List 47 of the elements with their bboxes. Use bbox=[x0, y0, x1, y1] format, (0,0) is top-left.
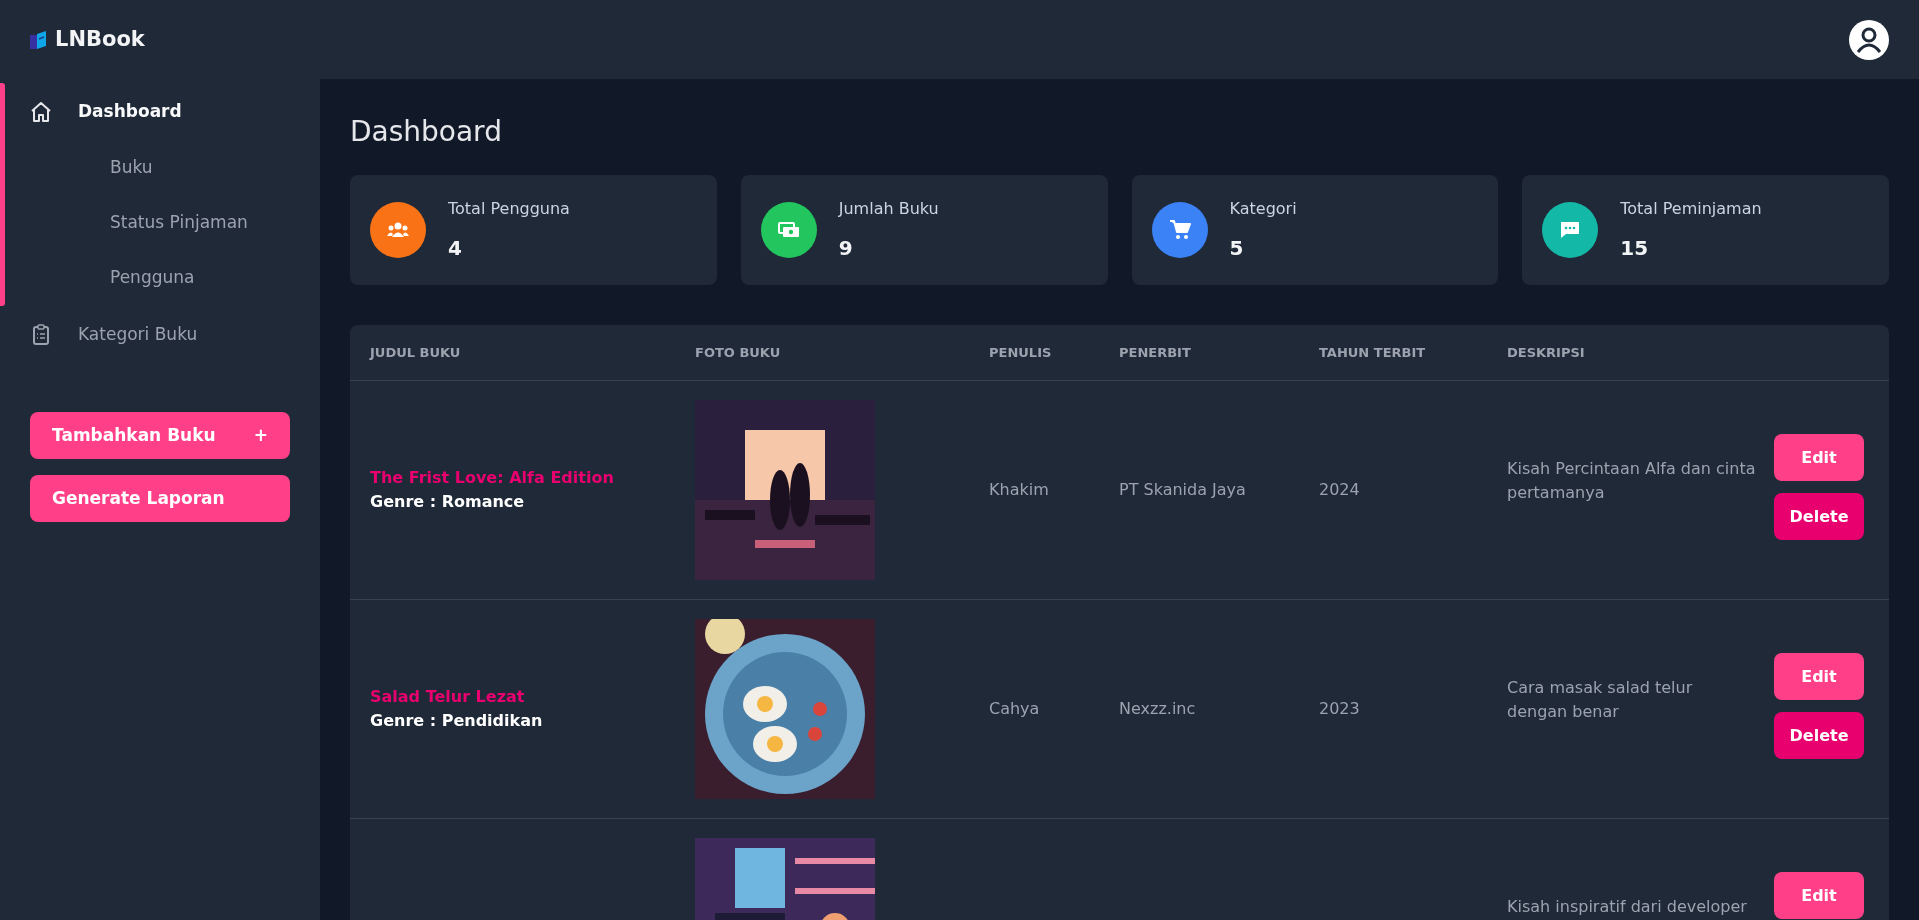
sidebar-button[interactable]: Generate Laporan bbox=[30, 475, 290, 522]
user-avatar-icon[interactable] bbox=[1849, 19, 1889, 60]
stat-value: 5 bbox=[1229, 234, 1245, 262]
stat-label: Total Pengguna bbox=[448, 197, 570, 220]
delete-button[interactable]: Delete bbox=[1774, 493, 1864, 541]
book-genre: Genre : Romance bbox=[370, 491, 526, 514]
delete-button[interactable]: Delete bbox=[1774, 712, 1864, 760]
edit-button[interactable]: Edit bbox=[1774, 434, 1864, 482]
page-title: Dashboard bbox=[350, 115, 503, 149]
sidebar-item[interactable]: Dashboard bbox=[0, 97, 320, 127]
stat-value: 15 bbox=[1620, 234, 1650, 262]
book-genre: Genre : Pendidikan bbox=[370, 710, 544, 733]
edit-button[interactable]: Edit bbox=[1774, 653, 1864, 701]
sidebar-subitem[interactable]: Status Pinjaman bbox=[0, 207, 320, 237]
table-cell-text: Cara masak salad telur dengan benar bbox=[1507, 677, 1694, 724]
book-title[interactable]: The Frist Love: Alfa Edition bbox=[370, 466, 675, 491]
table-cell-text: Kisah inspiratif dari developer bbox=[1507, 896, 1748, 919]
table-cell-text: Cahya bbox=[989, 698, 1041, 721]
stat-label: Kategori bbox=[1229, 197, 1297, 220]
stat-value: 9 bbox=[838, 234, 854, 262]
table-cell-text: 2023 bbox=[1319, 698, 1361, 721]
column-header: DESKRIPSI bbox=[1487, 324, 1774, 382]
column-header: JUDUL BUKU bbox=[350, 324, 675, 382]
home-icon bbox=[30, 101, 52, 123]
table-cell-text: 2024 bbox=[1319, 479, 1361, 502]
column-header: PENERBIT bbox=[1099, 324, 1299, 382]
table-cell-text: Khakim bbox=[989, 479, 1050, 502]
table-cell-text: PT Skanida Jaya bbox=[1119, 479, 1247, 502]
column-header: TAHUN TERBIT bbox=[1299, 324, 1487, 382]
column-header: FOTO BUKU bbox=[675, 324, 969, 382]
table-cell-text: Kisah Percintaan Alfa dan cinta pertamanya bbox=[1507, 458, 1757, 505]
cash-icon bbox=[777, 220, 800, 239]
sidebar-subitem[interactable]: Pengguna bbox=[0, 262, 320, 292]
stat-label: Total Peminjaman bbox=[1620, 197, 1762, 220]
stat-label: Jumlah Buku bbox=[838, 197, 939, 220]
sidebar-item[interactable]: Kategori Buku bbox=[0, 320, 320, 350]
table-cell-text: Nexzz.inc bbox=[1119, 698, 1197, 721]
book-title[interactable]: Salad Telur Lezat bbox=[370, 685, 675, 710]
edit-button[interactable]: Edit bbox=[1774, 872, 1864, 920]
stat-value: 4 bbox=[448, 234, 463, 262]
brand-name[interactable]: LNBook bbox=[55, 23, 145, 56]
sidebar-subitem[interactable]: Buku bbox=[0, 152, 320, 182]
book-logo-icon bbox=[30, 29, 47, 50]
sidebar-button[interactable]: Tambahkan Buku + bbox=[30, 412, 290, 459]
column-header: PENULIS bbox=[969, 324, 1099, 382]
clipboard-icon bbox=[30, 324, 52, 346]
cart-icon bbox=[1168, 218, 1191, 241]
